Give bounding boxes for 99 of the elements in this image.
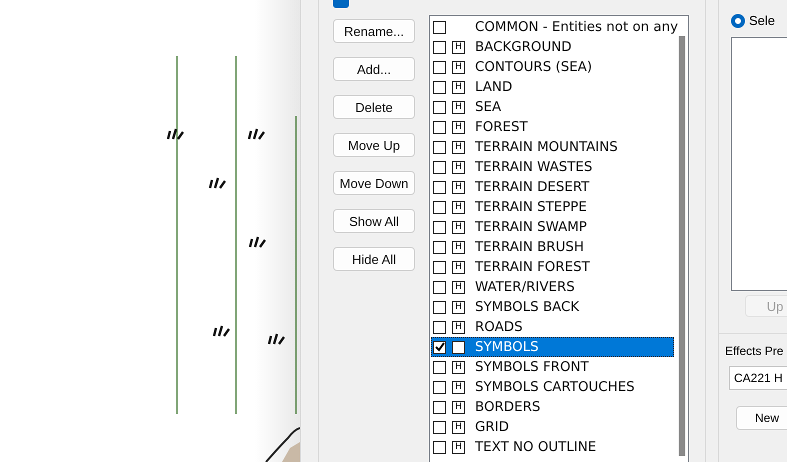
sheet-name: TEXT NO OUTLINE (475, 440, 596, 454)
checkbox[interactable] (433, 400, 446, 414)
sheet-row[interactable]: H TERRAIN BRUSH (431, 237, 674, 257)
sheet-name: ROADS (475, 320, 523, 334)
hide-toggle[interactable]: H (452, 160, 465, 174)
checkbox[interactable] (433, 360, 446, 374)
hide-toggle[interactable]: H (452, 260, 465, 274)
sheet-row[interactable]: H CONTOURS (SEA) (431, 57, 674, 77)
checkbox[interactable] (433, 300, 446, 314)
sheet-row[interactable]: H BORDERS (431, 397, 674, 417)
sheet-name: SYMBOLS (475, 340, 539, 354)
sheet-name: TERRAIN DESERT (475, 180, 590, 194)
hide-toggle[interactable]: H (452, 80, 465, 94)
checkbox[interactable] (433, 80, 446, 94)
checkbox[interactable] (433, 60, 446, 74)
sheet-name: BACKGROUND (475, 40, 572, 54)
hide-toggle[interactable]: H (452, 60, 465, 74)
hide-toggle[interactable]: H (452, 120, 465, 134)
checkbox[interactable] (433, 160, 446, 174)
sheet-row[interactable]: H TERRAIN FOREST (431, 257, 674, 277)
scrollbar[interactable] (678, 36, 686, 456)
sheet-name: WATER/RIVERS (475, 280, 575, 294)
hide-toggle[interactable]: H (452, 320, 465, 334)
sheet-name: LAND (475, 80, 512, 94)
sheet-row[interactable]: H SYMBOLS CARTOUCHES (431, 377, 674, 397)
preset-dropdown[interactable]: CA221 H (729, 366, 787, 390)
checkbox[interactable] (433, 380, 446, 394)
checkbox[interactable] (433, 180, 446, 194)
sheet-row[interactable]: H TERRAIN MOUNTAINS (431, 137, 674, 157)
sheet-name: TERRAIN FOREST (475, 260, 590, 274)
hide-toggle[interactable]: H (452, 140, 465, 154)
sheet-row[interactable]: H TERRAIN STEPPE (431, 197, 674, 217)
action-button[interactable]: Hide All (333, 247, 415, 271)
hide-toggle[interactable]: H (452, 280, 465, 294)
hide-toggle[interactable]: H (452, 100, 465, 114)
sheet-name: BORDERS (475, 400, 540, 414)
hide-toggle[interactable] (452, 340, 465, 354)
hide-toggle[interactable]: H (452, 300, 465, 314)
new-button[interactable]: New (736, 406, 787, 430)
sheet-name: TERRAIN MOUNTAINS (475, 140, 618, 154)
sheet-row[interactable]: H TERRAIN WASTES (431, 157, 674, 177)
sheet-row[interactable]: H SEA (431, 97, 674, 117)
sheet-row[interactable]: H LAND (431, 77, 674, 97)
checkbox[interactable] (433, 260, 446, 274)
sheet-row[interactable]: H TERRAIN DESERT (431, 177, 674, 197)
hide-toggle[interactable]: H (452, 240, 465, 254)
action-button[interactable]: Show All (333, 209, 415, 233)
sheet-name: TERRAIN SWAMP (475, 220, 587, 234)
sheet-name: TERRAIN STEPPE (475, 200, 587, 214)
sheet-name: SYMBOLS FRONT (475, 360, 589, 374)
checkbox[interactable] (433, 440, 446, 454)
hide-toggle[interactable]: H (452, 360, 465, 374)
hide-toggle[interactable]: H (452, 200, 465, 214)
action-button[interactable]: Move Down (333, 171, 415, 195)
action-button[interactable]: Rename... (333, 19, 415, 43)
sheet-name: SYMBOLS BACK (475, 300, 580, 314)
hide-toggle[interactable]: H (452, 440, 465, 454)
checkbox[interactable] (433, 120, 446, 134)
hide-toggle[interactable]: H (452, 40, 465, 54)
hide-toggle[interactable]: H (452, 420, 465, 434)
checkbox[interactable] (433, 280, 446, 294)
sheet-name: SYMBOLS CARTOUCHES (475, 380, 635, 394)
action-button[interactable]: Add... (333, 57, 415, 81)
checkbox[interactable] (433, 100, 446, 114)
checkbox[interactable] (433, 200, 446, 214)
sheet-name: TERRAIN BRUSH (475, 240, 584, 254)
radio-button[interactable] (731, 14, 745, 28)
radio-label: Sele (749, 13, 776, 28)
sheet-name: SEA (475, 100, 502, 114)
checkbox[interactable] (433, 140, 446, 154)
sheet-name: CONTOURS (SEA) (475, 60, 592, 74)
checkbox[interactable] (433, 340, 446, 354)
group-label: Effects Pre (725, 344, 784, 358)
sheet-row[interactable]: H SYMBOLS BACK (431, 297, 674, 317)
sheet-name: TERRAIN WASTES (475, 160, 592, 174)
checkbox[interactable] (433, 20, 446, 34)
action-button[interactable]: Delete (333, 95, 415, 119)
sheet-row[interactable]: H TEXT NO OUTLINE (431, 437, 674, 457)
sheet-row[interactable]: H BACKGROUND (431, 37, 674, 57)
sheet-name: FOREST (475, 120, 528, 134)
sheet-row[interactable]: H ROADS (431, 317, 674, 337)
checkbox[interactable] (433, 220, 446, 234)
hide-toggle[interactable]: H (452, 180, 465, 194)
sheet-row[interactable]: H TERRAIN SWAMP (431, 217, 674, 237)
sheet-row[interactable]: H GRID (431, 417, 674, 437)
checkbox[interactable] (433, 40, 446, 54)
checkbox[interactable] (433, 320, 446, 334)
sheet-name: COMMON - Entities not on any (475, 20, 678, 34)
checkbox[interactable] (433, 240, 446, 254)
checkbox[interactable] (433, 420, 446, 434)
hide-toggle[interactable]: H (452, 400, 465, 414)
hide-toggle[interactable]: H (452, 220, 465, 234)
hide-toggle[interactable]: H (452, 380, 465, 394)
sheet-name: GRID (475, 420, 509, 434)
sheet-row[interactable]: SYMBOLS (431, 337, 674, 357)
sheet-row[interactable]: H WATER/RIVERS (431, 277, 674, 297)
sheet-row[interactable]: H FOREST (431, 117, 674, 137)
action-button[interactable]: Move Up (333, 133, 415, 157)
sheet-row[interactable]: H SYMBOLS FRONT (431, 357, 674, 377)
